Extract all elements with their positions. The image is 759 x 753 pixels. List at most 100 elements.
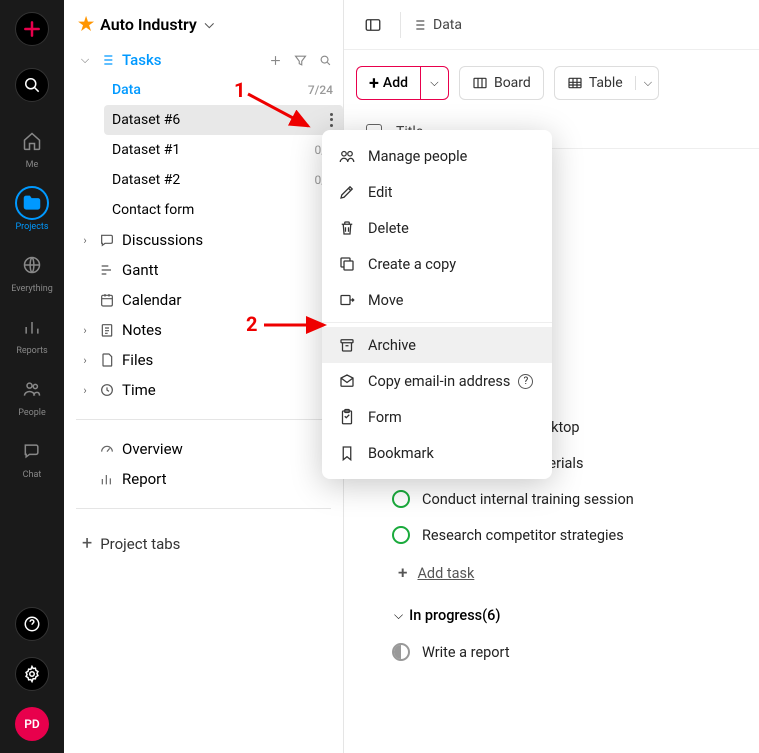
task-list-dataset1[interactable]: Dataset #1 0/2 (104, 135, 343, 165)
gear-icon (23, 665, 41, 683)
chevron-right-icon: › (78, 354, 92, 367)
quick-add-button[interactable] (15, 12, 49, 46)
nav-people[interactable]: People (8, 366, 56, 424)
nav-people-label: People (18, 408, 46, 418)
task-row[interactable]: Conduct internal training session (392, 481, 759, 517)
ctx-manage-people[interactable]: Manage people (322, 138, 552, 174)
ctx-bookmark[interactable]: Bookmark (322, 435, 552, 471)
plus-icon (22, 19, 42, 39)
chevron-down-icon[interactable]: ⌵ (635, 76, 652, 90)
trash-icon (338, 219, 356, 237)
nav-me-label: Me (26, 160, 39, 170)
help-icon (23, 615, 41, 633)
nav-projects-label: Projects (16, 222, 49, 232)
task-list-data[interactable]: Data 7/24 (104, 75, 343, 105)
ctx-move[interactable]: Move (322, 282, 552, 318)
search-button[interactable] (8, 62, 56, 108)
discussions-node[interactable]: › Discussions (74, 225, 343, 255)
folder-icon (22, 193, 42, 213)
add-task-button[interactable]: + Add task (344, 553, 759, 593)
chevron-down-icon: ⌵ (205, 17, 214, 32)
ctx-delete[interactable]: Delete (322, 210, 552, 246)
filter-icon[interactable] (293, 53, 308, 68)
add-button[interactable]: +Add ⌵ (356, 66, 449, 100)
chevron-down-icon: ⌵ (78, 53, 92, 67)
bars-icon (99, 471, 115, 487)
chevron-right-icon: › (78, 324, 92, 337)
nav-everything[interactable]: Everything (8, 242, 56, 300)
nav-rail: Me Projects Everything Reports People Ch… (0, 0, 64, 753)
file-icon (99, 352, 115, 368)
tasks-label: Tasks (122, 51, 262, 69)
task-list-dataset2[interactable]: Dataset #2 0/2 (104, 165, 343, 195)
project-title: Auto Industry (100, 15, 197, 34)
ctx-copy-email[interactable]: Copy email-in address ? (322, 363, 552, 399)
more-icon[interactable] (329, 112, 333, 128)
status-circle-half[interactable] (392, 643, 410, 661)
calendar-node[interactable]: Calendar (74, 285, 343, 315)
plus-icon: + (369, 73, 379, 94)
time-node[interactable]: › Time (74, 375, 343, 405)
report-node[interactable]: Report (74, 464, 343, 494)
chevron-right-icon: › (78, 234, 92, 247)
chevron-right-icon: › (78, 384, 92, 397)
mail-icon (338, 372, 356, 390)
calendar-icon (99, 292, 115, 308)
ctx-copy[interactable]: Create a copy (322, 246, 552, 282)
ctx-archive[interactable]: Archive (322, 327, 552, 363)
nav-reports[interactable]: Reports (8, 304, 56, 362)
panel-toggle-button[interactable] (356, 8, 390, 42)
board-view-button[interactable]: Board (459, 66, 544, 100)
task-list-dataset6[interactable]: Dataset #6 (104, 105, 343, 135)
search-icon[interactable] (318, 53, 333, 68)
ctx-edit[interactable]: Edit (322, 174, 552, 210)
archive-icon (338, 336, 356, 354)
status-circle[interactable] (392, 490, 410, 508)
project-tabs-button[interactable]: + Project tabs (64, 523, 343, 564)
copy-icon (338, 255, 356, 273)
clock-icon (99, 382, 115, 398)
status-circle[interactable] (392, 526, 410, 544)
settings-button[interactable] (15, 657, 49, 691)
search-icon (22, 75, 42, 95)
list-icon (99, 52, 115, 68)
project-selector[interactable]: ★ Auto Industry ⌵ (64, 0, 343, 45)
data-tab[interactable]: Data (411, 17, 462, 33)
panel-icon (364, 16, 382, 34)
notes-node[interactable]: › Notes (74, 315, 343, 345)
plus-icon: + (398, 563, 407, 583)
task-list-contactform[interactable]: Contact form (104, 195, 343, 225)
help-icon: ? (518, 374, 533, 389)
move-icon (338, 291, 356, 309)
board-icon (472, 75, 488, 91)
home-icon (22, 131, 42, 151)
task-row[interactable]: Research competitor strategies (392, 517, 759, 553)
files-node[interactable]: › Files (74, 345, 343, 375)
clipboard-icon (338, 408, 356, 426)
help-button[interactable] (15, 607, 49, 641)
nav-projects[interactable]: Projects (8, 180, 56, 238)
task-row[interactable]: Write a report (392, 634, 759, 670)
gauge-icon (99, 441, 115, 457)
gantt-node[interactable]: Gantt (74, 255, 343, 285)
add-dropdown[interactable]: ⌵ (420, 67, 448, 99)
list-icon (411, 17, 427, 33)
people-icon (338, 147, 356, 165)
notes-icon (99, 322, 115, 338)
bookmark-icon (338, 444, 356, 462)
table-view-button[interactable]: Table ⌵ (554, 66, 659, 100)
discussion-icon (99, 232, 115, 248)
overview-node[interactable]: Overview (74, 434, 343, 464)
nav-chat[interactable]: Chat (8, 428, 56, 486)
chart-icon (22, 317, 42, 337)
user-avatar[interactable]: PD (15, 707, 49, 741)
nav-me[interactable]: Me (8, 118, 56, 176)
in-progress-group[interactable]: ⌵ In progress(6) (344, 593, 759, 634)
people-icon (22, 379, 42, 399)
chat-icon (22, 441, 42, 461)
ctx-form[interactable]: Form (322, 399, 552, 435)
plus-icon[interactable] (268, 53, 283, 68)
context-menu: Manage people Edit Delete Create a copy … (322, 130, 552, 479)
pencil-icon (338, 183, 356, 201)
tasks-node[interactable]: ⌵ Tasks (74, 45, 343, 75)
